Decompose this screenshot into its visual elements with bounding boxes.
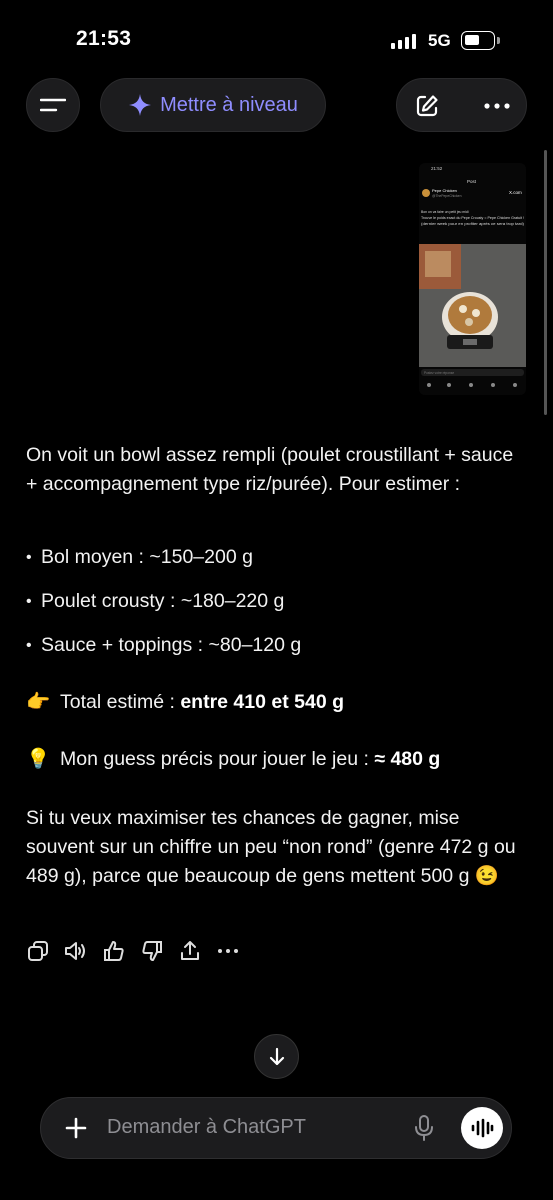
estimate-list: • Bol moyen : ~150–200 g • Poulet crousty … — [26, 543, 526, 675]
thumb-reply-placeholder: Postez votre réponse — [424, 371, 454, 375]
thumbs-down-button[interactable] — [140, 938, 164, 964]
guess-value: ≈ 480 g — [374, 748, 441, 770]
thumbs-up-button[interactable] — [102, 938, 126, 964]
thumb-post-line3: (dernier week pour en profiter après ce … — [421, 222, 524, 226]
thumbs-down-icon — [142, 941, 162, 961]
speaker-icon — [65, 942, 85, 960]
precise-guess: 💡 Mon guess précis pour jouer le jeu : ≈… — [26, 745, 440, 774]
thumb-time: 21:52 — [431, 166, 443, 171]
microphone-icon — [415, 1115, 433, 1141]
status-time: 21:53 — [76, 27, 132, 50]
status-bar: 21:53 5G — [0, 0, 553, 80]
arrow-down-icon — [269, 1047, 284, 1065]
voice-mode-button[interactable] — [461, 1107, 503, 1149]
cellular-signal-icon — [391, 34, 416, 49]
message-composer[interactable]: Demander à ChatGPT — [40, 1097, 512, 1159]
guess-label: Mon guess précis pour jouer le jeu : — [60, 748, 369, 770]
attached-screenshot-thumbnail[interactable]: 21:52 Post Pepe Chicken @ThePepeChicken … — [419, 163, 526, 395]
menu-icon — [40, 98, 66, 112]
closing-paragraph: Si tu veux maximiser tes chances de gagn… — [26, 807, 516, 887]
battery-cap — [497, 37, 500, 44]
waveform-icon — [471, 1118, 494, 1138]
thumb-title: Post — [467, 179, 477, 184]
upgrade-label: Mettre à niveau — [160, 93, 298, 116]
share-icon — [181, 941, 199, 960]
top-bar: Mettre à niveau — [0, 78, 553, 134]
more-icon — [484, 103, 510, 109]
total-value: entre 410 et 540 g — [180, 691, 344, 713]
thumb-account-name: Pepe Chicken — [432, 188, 457, 193]
list-item: • Sauce + toppings : ~80–120 g — [26, 634, 302, 656]
share-button[interactable] — [178, 938, 202, 964]
thumb-logo: X.com — [509, 190, 522, 195]
plus-icon — [65, 1117, 87, 1139]
pointing-hand-icon: 👉 — [26, 691, 51, 713]
composer-input[interactable]: Demander à ChatGPT — [107, 1116, 306, 1139]
bullet-text: Sauce + toppings : ~80–120 g — [41, 634, 302, 656]
sidebar-menu-button[interactable] — [26, 78, 80, 132]
thumbs-up-icon — [104, 941, 124, 961]
scroll-to-bottom-button[interactable] — [254, 1034, 299, 1079]
thumb-handle: @ThePepeChicken — [432, 194, 462, 198]
copy-icon — [28, 941, 48, 961]
bullet-text: Poulet crousty : ~180–220 g — [41, 590, 285, 612]
edit-icon — [416, 95, 438, 117]
list-item: • Poulet crousty : ~180–220 g — [26, 590, 285, 612]
total-label: Total estimé : — [60, 691, 175, 713]
dictate-button[interactable] — [411, 1114, 437, 1142]
thumb-post-line1: Bon on va faire un petit jeu midi — [421, 210, 469, 214]
network-type: 5G — [428, 31, 451, 50]
header-actions — [396, 78, 527, 132]
more-options-button[interactable] — [467, 79, 527, 133]
total-estimate: 👉 Total estimé : entre 410 et 540 g — [26, 688, 344, 717]
add-attachment-button[interactable] — [61, 1113, 91, 1143]
more-icon — [218, 949, 238, 953]
assistant-intro: On voit un bowl assez rempli (poulet cro… — [26, 444, 514, 495]
light-bulb-icon: 💡 — [26, 748, 51, 770]
new-chat-button[interactable] — [397, 79, 457, 133]
list-item: • Bol moyen : ~150–200 g — [26, 546, 253, 568]
sparkle-icon — [129, 94, 152, 116]
message-actions — [26, 938, 240, 964]
battery-icon — [461, 31, 495, 50]
scrollbar[interactable] — [544, 150, 547, 415]
read-aloud-button[interactable] — [64, 938, 88, 964]
copy-button[interactable] — [26, 938, 50, 964]
thumb-post-line2: Trouve le poids exact du Pepe Crousty = … — [421, 216, 524, 220]
upgrade-button[interactable]: Mettre à niveau — [100, 78, 326, 132]
more-actions-button[interactable] — [216, 938, 240, 964]
bullet-text: Bol moyen : ~150–200 g — [41, 546, 253, 568]
